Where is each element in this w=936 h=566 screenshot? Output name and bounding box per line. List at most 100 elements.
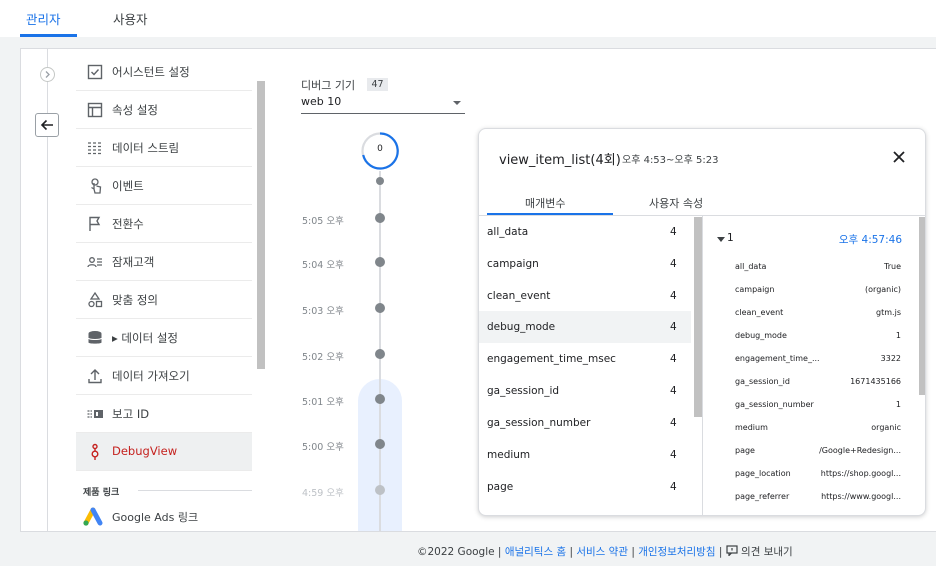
- nav-item-debugview[interactable]: DebugView: [76, 433, 252, 471]
- detail-value: organic: [871, 423, 901, 432]
- nav-item-audiences[interactable]: 잠재고객: [76, 243, 252, 281]
- feedback-label: 의견 보내기: [741, 546, 793, 558]
- occurrence-index: 1: [727, 232, 734, 244]
- detail-row: ga_session_number 1: [703, 396, 919, 416]
- nav-item-data-streams[interactable]: 데이터 스트림: [76, 129, 252, 167]
- debug-icon: [91, 443, 99, 460]
- timeline-time: 5:02 오후: [302, 352, 344, 363]
- detail-row: page_location https://shop.googl...: [703, 465, 919, 485]
- timeline-dot[interactable]: [376, 177, 384, 185]
- feedback-icon: [726, 545, 738, 557]
- close-icon[interactable]: [891, 149, 907, 165]
- occurrence-time[interactable]: 오후 4:57:46: [839, 232, 902, 247]
- detail-row: page/Google+Redesign...: [703, 442, 919, 462]
- nav-item-conversions[interactable]: 전환수: [76, 205, 252, 243]
- nav-item-property-settings[interactable]: 속성 설정: [76, 91, 252, 129]
- detail-key: clean_event: [735, 308, 784, 317]
- parameter-row[interactable]: debug_mode 4: [479, 311, 691, 343]
- back-button[interactable]: [35, 113, 59, 137]
- debug-device-label: 디버그 기기: [301, 79, 356, 92]
- seconds-counter[interactable]: 0: [360, 131, 400, 171]
- parameter-name: engagement_time_msec: [487, 353, 616, 365]
- parameter-row[interactable]: all_data 4: [479, 216, 691, 248]
- nav-item-label: 보고 ID: [112, 407, 150, 421]
- detail-row: ga_session_id 1671435166: [703, 373, 919, 393]
- tab-parameters[interactable]: 매개변수: [525, 195, 565, 211]
- feedback-button[interactable]: 의견 보내기: [726, 545, 793, 558]
- parameter-detail: 1 오후 4:57:46 all_data True campaign (organ…: [703, 216, 919, 515]
- report-id-icon: [87, 410, 103, 418]
- parameter-row[interactable]: ga_session_id 4: [479, 375, 691, 407]
- debug-device-select[interactable]: web 10: [301, 93, 465, 114]
- nav-item-custom-definitions[interactable]: 맞춤 정의: [76, 281, 252, 319]
- footer-link-privacy[interactable]: 개인정보처리방침: [638, 546, 715, 558]
- detail-value: https://www.googl...: [821, 492, 901, 501]
- detail-row: debug_mode 1: [703, 327, 919, 347]
- parameter-row[interactable]: campaign 4: [479, 248, 691, 280]
- detail-value: https://shop.googl...: [820, 469, 901, 478]
- footer-link-terms[interactable]: 서비스 약관: [576, 546, 628, 558]
- parameter-name: clean_event: [487, 290, 551, 302]
- parameter-count: 4: [670, 353, 677, 365]
- detail-value: (organic): [865, 285, 901, 294]
- nav-scrollbar[interactable]: [257, 81, 265, 369]
- detail-scrollbar[interactable]: [919, 217, 925, 395]
- audience-icon: [87, 257, 102, 268]
- parameter-name: ga_session_id: [487, 385, 560, 397]
- nav-item-assistant[interactable]: 어시스턴트 설정: [76, 53, 252, 91]
- touch-icon: [91, 178, 102, 194]
- detail-value: 1: [895, 400, 901, 409]
- nav-item-reporting-id[interactable]: 보고 ID: [76, 395, 252, 433]
- nav-item-events[interactable]: 이벤트: [76, 167, 252, 205]
- detail-key: ga_session_number: [735, 400, 814, 409]
- caret-down-icon[interactable]: [717, 237, 725, 242]
- detail-value: 3322: [880, 354, 901, 363]
- timeline-dot[interactable]: [375, 485, 385, 495]
- chevron-down-icon: [453, 101, 461, 105]
- parameter-row[interactable]: engagement_time_msec 4: [479, 343, 691, 375]
- parameter-row[interactable]: page 4: [479, 471, 691, 503]
- flag-icon: [89, 216, 101, 231]
- nav-item-data-import[interactable]: 데이터 가져오기: [76, 357, 252, 395]
- nav-item-label: DebugView: [112, 444, 178, 458]
- parameter-row[interactable]: ga_session_number 4: [479, 407, 691, 439]
- footer-link-analytics-home[interactable]: 애널리틱스 홈: [505, 546, 566, 558]
- debug-device-count-badge: 47: [367, 78, 388, 91]
- timeline-time: 5:05 오후: [302, 216, 344, 227]
- timeline-dot[interactable]: [375, 439, 385, 449]
- detail-value: 1: [895, 331, 901, 340]
- parameter-list-scrollbar[interactable]: [694, 217, 702, 417]
- timeline-dot[interactable]: [375, 257, 385, 267]
- product-links-heading: 제품 링크: [83, 488, 120, 498]
- nav-item-data-settings[interactable]: ▸ 데이터 설정: [76, 319, 252, 357]
- detail-row: page_referrer https://www.googl...: [703, 488, 919, 508]
- checkbox-icon: [87, 64, 103, 80]
- property-nav: 어시스턴트 설정 속성 설정 데이터 스트림 이벤트 전환수 잠재고객 맞춤 정…: [76, 49, 252, 531]
- parameter-count: 4: [670, 449, 677, 461]
- timeline-dot[interactable]: [375, 213, 385, 223]
- detail-key: debug_mode: [735, 331, 787, 340]
- parameter-row[interactable]: medium 4: [479, 439, 691, 471]
- timeline-dot[interactable]: [375, 303, 385, 313]
- detail-value: True: [884, 262, 901, 271]
- window-icon: [87, 102, 103, 118]
- rail-expand-icon[interactable]: [40, 67, 55, 82]
- detail-key: page_referrer: [735, 492, 790, 501]
- tab-admin[interactable]: 관리자: [26, 9, 61, 28]
- timeline-time: 5:00 오후: [302, 442, 344, 453]
- tab-user-properties[interactable]: 사용자 속성: [649, 195, 703, 211]
- timeline-dot[interactable]: [375, 394, 385, 404]
- detail-value: gtm.js: [876, 308, 901, 317]
- streams-icon: [88, 142, 102, 155]
- event-time-range: 오후 4:53~오후 5:23: [622, 155, 719, 166]
- timeline-dot[interactable]: [375, 349, 385, 359]
- detail-row: all_data True: [703, 258, 919, 278]
- nav-item-label: 속성 설정: [112, 103, 158, 117]
- parameter-row[interactable]: clean_event 4: [479, 280, 691, 312]
- shapes-icon: [88, 291, 103, 308]
- tab-user[interactable]: 사용자: [113, 9, 148, 28]
- detail-key: medium: [735, 423, 768, 432]
- event-detail-card: view_item_list(4회) 오후 4:53~오후 5:23 매개변수 …: [478, 128, 926, 516]
- upload-icon: [88, 369, 102, 384]
- detail-row: engagement_time_... 3322: [703, 350, 919, 370]
